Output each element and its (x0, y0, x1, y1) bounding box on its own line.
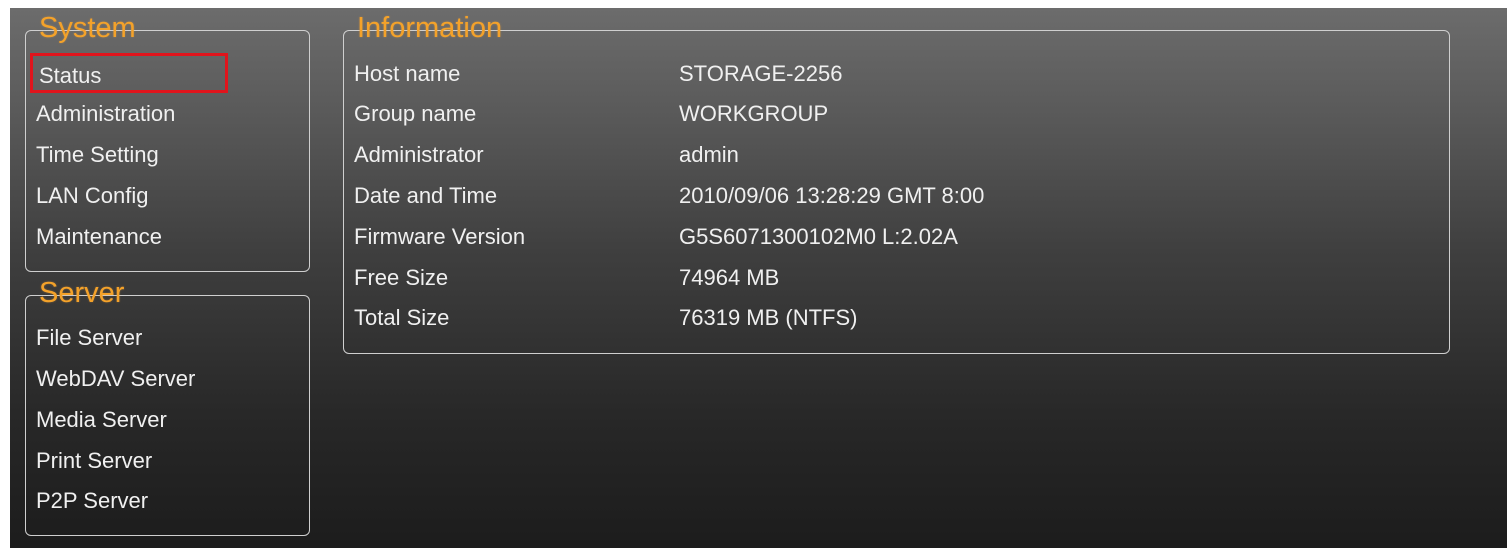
info-value-total-size: 76319 MB (NTFS) (679, 305, 858, 330)
info-value-firmware-version: G5S6071300102M0 L:2.02A (679, 224, 958, 249)
info-value-free-size: 74964 MB (679, 265, 780, 290)
info-value-administrator: admin (679, 142, 739, 167)
nav-item-maintenance[interactable]: Maintenance (36, 216, 162, 257)
nav-item-p2p-server[interactable]: P2P Server (36, 480, 148, 521)
info-value-group-name: WORKGROUP (679, 101, 829, 126)
nav-item-print-server[interactable]: Print Server (36, 440, 152, 481)
info-value-host-name: STORAGE-2256 (679, 61, 843, 86)
information-panel: Information Host name STORAGE-2256 Group… (343, 12, 1450, 354)
info-label-firmware-version: Firmware Version (354, 224, 526, 249)
info-label-free-size: Free Size (354, 265, 449, 290)
nav-item-file-server[interactable]: File Server (36, 317, 142, 358)
nav-item-media-server[interactable]: Media Server (36, 399, 167, 440)
nas-admin-screen: System Status Administration Time Settin… (10, 8, 1507, 548)
nav-item-status[interactable]: Status (30, 53, 228, 93)
system-panel-title: System (39, 12, 136, 44)
info-label-host-name: Host name (354, 61, 461, 86)
server-panel-title: Server (39, 277, 125, 309)
nav-item-time-setting[interactable]: Time Setting (36, 134, 159, 175)
info-label-group-name: Group name (354, 101, 477, 126)
info-label-total-size: Total Size (354, 305, 450, 330)
info-label-administrator: Administrator (354, 142, 484, 167)
info-label-date-and-time: Date and Time (354, 183, 498, 208)
nav-item-webdav-server[interactable]: WebDAV Server (36, 358, 195, 399)
nav-item-administration[interactable]: Administration (36, 93, 175, 134)
nav-item-lan-config[interactable]: LAN Config (36, 175, 149, 216)
info-value-date-and-time: 2010/09/06 13:28:29 GMT 8:00 (679, 183, 985, 208)
information-panel-title: Information (357, 12, 503, 44)
system-panel: System Status Administration Time Settin… (25, 12, 310, 272)
server-panel: Server File Server WebDAV Server Media S… (25, 277, 310, 536)
